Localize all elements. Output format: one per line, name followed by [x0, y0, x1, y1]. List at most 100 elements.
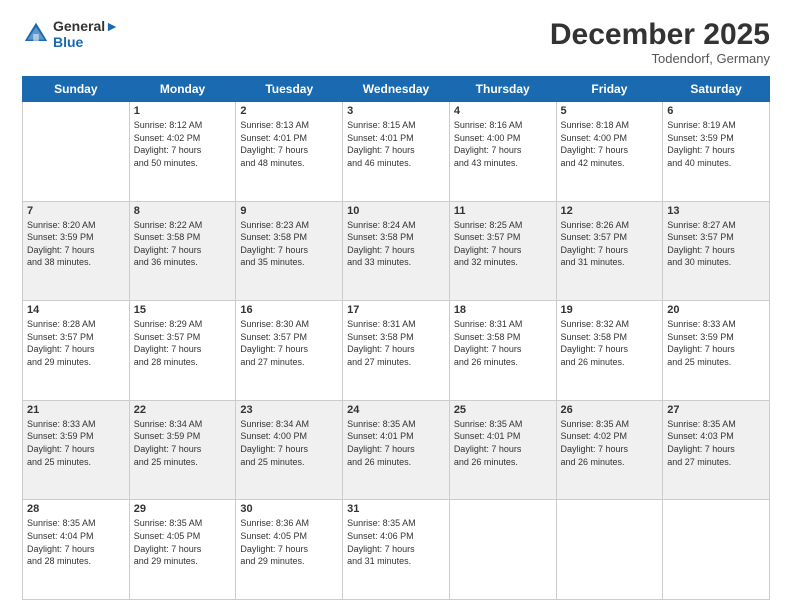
day-info: Sunrise: 8:18 AM Sunset: 4:00 PM Dayligh… [561, 119, 659, 169]
calendar-cell: 1Sunrise: 8:12 AM Sunset: 4:02 PM Daylig… [129, 102, 236, 202]
day-number: 14 [27, 304, 125, 316]
weekday-header-wednesday: Wednesday [343, 77, 450, 102]
calendar-cell: 22 Sunrise: 8:34 AM Sunset: 3:59 PM Dayli… [129, 400, 236, 500]
calendar-week-3: 14 Sunrise: 8:28 AM Sunset: 3:57 PM Dayli… [23, 301, 770, 401]
day-info: Sunrise: 8:22 AM Sunset: 3:58 PM Dayligh… [134, 219, 232, 269]
logo: General► Blue [22, 18, 119, 50]
day-info: Sunrise: 8:33 AM Sunset: 3:59 PM Dayligh… [27, 418, 125, 468]
day-number: 27 [667, 404, 765, 416]
calendar-cell: 23 Sunrise: 8:34 AM Sunset: 4:00 PM Dayli… [236, 400, 343, 500]
calendar-cell: 11Sunrise: 8:25 AM Sunset: 3:57 PM Dayli… [449, 201, 556, 301]
day-info: Sunrise: 8:34 AM Sunset: 3:59 PM Dayligh… [134, 418, 232, 468]
day-number: 25 [454, 404, 552, 416]
day-info: Sunrise: 8:24 AM Sunset: 3:58 PM Dayligh… [347, 219, 445, 269]
weekday-header-friday: Friday [556, 77, 663, 102]
day-info: Sunrise: 8:12 AM Sunset: 4:02 PM Dayligh… [134, 119, 232, 169]
day-info: Sunrise: 8:35 AM Sunset: 4:01 PM Dayligh… [454, 418, 552, 468]
calendar-cell [449, 500, 556, 600]
day-number: 9 [240, 205, 338, 217]
day-info: Sunrise: 8:20 AM Sunset: 3:59 PM Dayligh… [27, 219, 125, 269]
day-info: Sunrise: 8:28 AM Sunset: 3:57 PM Dayligh… [27, 318, 125, 368]
day-number: 29 [134, 503, 232, 515]
day-number: 10 [347, 205, 445, 217]
calendar-cell: 30 Sunrise: 8:36 AM Sunset: 4:05 PM Dayli… [236, 500, 343, 600]
day-number: 12 [561, 205, 659, 217]
calendar-cell: 27 Sunrise: 8:35 AM Sunset: 4:03 PM Dayli… [663, 400, 770, 500]
day-number: 2 [240, 105, 338, 117]
calendar-cell: 26Sunrise: 8:35 AM Sunset: 4:02 PM Dayli… [556, 400, 663, 500]
day-number: 6 [667, 105, 765, 117]
day-number: 4 [454, 105, 552, 117]
logo-text: General► Blue [53, 18, 119, 50]
month-title: December 2025 [550, 18, 770, 51]
calendar-cell: 20 Sunrise: 8:33 AM Sunset: 3:59 PM Dayli… [663, 301, 770, 401]
day-number: 13 [667, 205, 765, 217]
day-info: Sunrise: 8:29 AM Sunset: 3:57 PM Dayligh… [134, 318, 232, 368]
day-info: Sunrise: 8:34 AM Sunset: 4:00 PM Dayligh… [240, 418, 338, 468]
day-number: 28 [27, 503, 125, 515]
calendar-cell: 9 Sunrise: 8:23 AM Sunset: 3:58 PM Daylig… [236, 201, 343, 301]
day-info: Sunrise: 8:33 AM Sunset: 3:59 PM Dayligh… [667, 318, 765, 368]
day-number: 5 [561, 105, 659, 117]
day-info: Sunrise: 8:25 AM Sunset: 3:57 PM Dayligh… [454, 219, 552, 269]
header: General► Blue December 2025 Todendorf, G… [22, 18, 770, 66]
calendar-cell: 21 Sunrise: 8:33 AM Sunset: 3:59 PM Dayli… [23, 400, 130, 500]
day-info: Sunrise: 8:15 AM Sunset: 4:01 PM Dayligh… [347, 119, 445, 169]
day-number: 24 [347, 404, 445, 416]
day-info: Sunrise: 8:19 AM Sunset: 3:59 PM Dayligh… [667, 119, 765, 169]
day-info: Sunrise: 8:31 AM Sunset: 3:58 PM Dayligh… [454, 318, 552, 368]
day-number: 23 [240, 404, 338, 416]
day-number: 21 [27, 404, 125, 416]
day-info: Sunrise: 8:35 AM Sunset: 4:04 PM Dayligh… [27, 517, 125, 567]
weekday-header-sunday: Sunday [23, 77, 130, 102]
day-number: 20 [667, 304, 765, 316]
calendar-cell: 10 Sunrise: 8:24 AM Sunset: 3:58 PM Dayli… [343, 201, 450, 301]
weekday-header-monday: Monday [129, 77, 236, 102]
weekday-header-saturday: Saturday [663, 77, 770, 102]
calendar-cell: 3Sunrise: 8:15 AM Sunset: 4:01 PM Daylig… [343, 102, 450, 202]
day-number: 7 [27, 205, 125, 217]
weekday-header-tuesday: Tuesday [236, 77, 343, 102]
calendar-cell: 24 Sunrise: 8:35 AM Sunset: 4:01 PM Dayli… [343, 400, 450, 500]
day-info: Sunrise: 8:13 AM Sunset: 4:01 PM Dayligh… [240, 119, 338, 169]
calendar-table: SundayMondayTuesdayWednesdayThursdayFrid… [22, 76, 770, 600]
day-number: 18 [454, 304, 552, 316]
calendar-week-1: 1Sunrise: 8:12 AM Sunset: 4:02 PM Daylig… [23, 102, 770, 202]
calendar-cell: 8 Sunrise: 8:22 AM Sunset: 3:58 PM Daylig… [129, 201, 236, 301]
calendar-cell: 15 Sunrise: 8:29 AM Sunset: 3:57 PM Dayli… [129, 301, 236, 401]
calendar-cell: 29 Sunrise: 8:35 AM Sunset: 4:05 PM Dayli… [129, 500, 236, 600]
page: General► Blue December 2025 Todendorf, G… [0, 0, 792, 612]
calendar-cell [663, 500, 770, 600]
day-info: Sunrise: 8:32 AM Sunset: 3:58 PM Dayligh… [561, 318, 659, 368]
calendar-week-4: 21 Sunrise: 8:33 AM Sunset: 3:59 PM Dayli… [23, 400, 770, 500]
calendar-cell: 28 Sunrise: 8:35 AM Sunset: 4:04 PM Dayli… [23, 500, 130, 600]
day-info: Sunrise: 8:31 AM Sunset: 3:58 PM Dayligh… [347, 318, 445, 368]
day-number: 16 [240, 304, 338, 316]
day-number: 22 [134, 404, 232, 416]
day-info: Sunrise: 8:35 AM Sunset: 4:01 PM Dayligh… [347, 418, 445, 468]
day-info: Sunrise: 8:16 AM Sunset: 4:00 PM Dayligh… [454, 119, 552, 169]
calendar-cell: 17Sunrise: 8:31 AM Sunset: 3:58 PM Dayli… [343, 301, 450, 401]
calendar-cell: 16 Sunrise: 8:30 AM Sunset: 3:57 PM Dayli… [236, 301, 343, 401]
calendar-cell: 13 Sunrise: 8:27 AM Sunset: 3:57 PM Dayli… [663, 201, 770, 301]
day-number: 30 [240, 503, 338, 515]
day-number: 8 [134, 205, 232, 217]
calendar-cell [556, 500, 663, 600]
day-info: Sunrise: 8:27 AM Sunset: 3:57 PM Dayligh… [667, 219, 765, 269]
day-info: Sunrise: 8:35 AM Sunset: 4:03 PM Dayligh… [667, 418, 765, 468]
day-info: Sunrise: 8:35 AM Sunset: 4:06 PM Dayligh… [347, 517, 445, 567]
day-info: Sunrise: 8:36 AM Sunset: 4:05 PM Dayligh… [240, 517, 338, 567]
calendar-cell: 25 Sunrise: 8:35 AM Sunset: 4:01 PM Dayli… [449, 400, 556, 500]
day-info: Sunrise: 8:35 AM Sunset: 4:05 PM Dayligh… [134, 517, 232, 567]
day-number: 19 [561, 304, 659, 316]
day-info: Sunrise: 8:26 AM Sunset: 3:57 PM Dayligh… [561, 219, 659, 269]
calendar-cell: 14 Sunrise: 8:28 AM Sunset: 3:57 PM Dayli… [23, 301, 130, 401]
calendar-cell: 19 Sunrise: 8:32 AM Sunset: 3:58 PM Dayli… [556, 301, 663, 401]
calendar-cell: 6 Sunrise: 8:19 AM Sunset: 3:59 PM Daylig… [663, 102, 770, 202]
day-info: Sunrise: 8:23 AM Sunset: 3:58 PM Dayligh… [240, 219, 338, 269]
day-number: 15 [134, 304, 232, 316]
location: Todendorf, Germany [550, 51, 770, 66]
calendar-cell: 12 Sunrise: 8:26 AM Sunset: 3:57 PM Dayli… [556, 201, 663, 301]
calendar-header-row: SundayMondayTuesdayWednesdayThursdayFrid… [23, 77, 770, 102]
day-info: Sunrise: 8:30 AM Sunset: 3:57 PM Dayligh… [240, 318, 338, 368]
